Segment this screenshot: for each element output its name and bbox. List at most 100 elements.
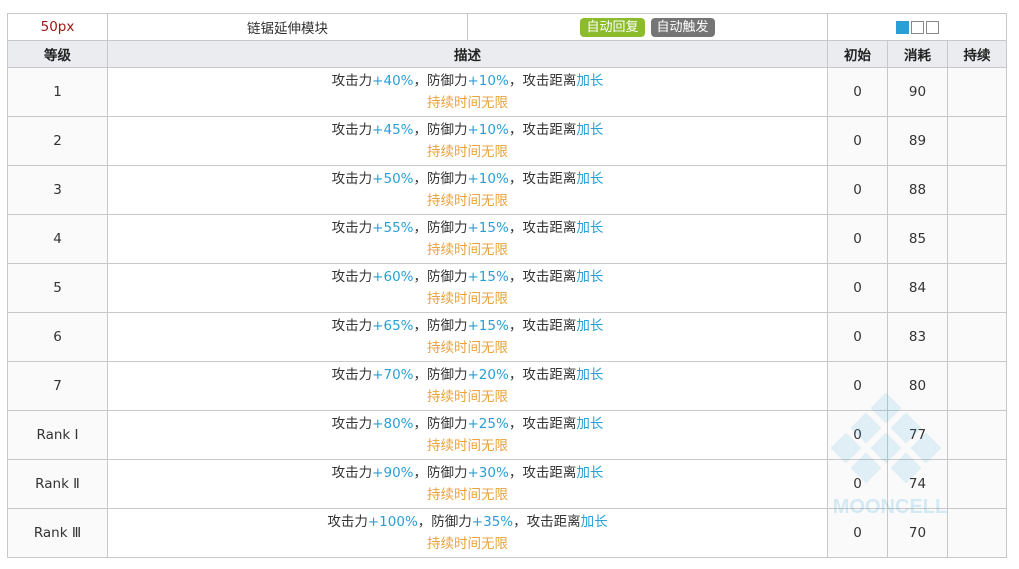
row-description: 攻击力+50%，防御力+10%，攻击距离加长持续时间无限 bbox=[107, 165, 828, 215]
row-cost: 84 bbox=[887, 263, 948, 313]
range-value: 加长 bbox=[576, 269, 604, 285]
atk-label: 攻击力 bbox=[331, 318, 373, 334]
range-label: ，攻击距离 bbox=[508, 220, 577, 236]
table-row: 2 攻击力+45%，防御力+10%，攻击距离加长 持续时间无限 0 89 bbox=[7, 116, 1008, 166]
range-label: ，攻击距离 bbox=[508, 367, 577, 383]
duration-line: 持续时间无限 bbox=[427, 95, 508, 111]
def-value: +10% bbox=[467, 73, 509, 89]
range-value: 加长 bbox=[576, 367, 604, 383]
range-value: 加长 bbox=[576, 318, 604, 334]
row-level: 2 bbox=[7, 116, 108, 166]
row-level: 3 bbox=[7, 165, 108, 215]
skill-name: 链锯延伸模块 bbox=[107, 13, 468, 41]
row-level: Rank Ⅰ bbox=[7, 410, 108, 460]
row-cost: 90 bbox=[887, 67, 948, 117]
def-label: ，防御力 bbox=[413, 171, 468, 187]
atk-value: +45% bbox=[372, 122, 414, 138]
duration-line: 持续时间无限 bbox=[427, 144, 508, 160]
row-duration bbox=[946, 165, 1008, 215]
atk-label: 攻击力 bbox=[331, 122, 373, 138]
def-label: ，防御力 bbox=[413, 122, 468, 138]
atk-value: +100% bbox=[367, 514, 418, 530]
atk-label: 攻击力 bbox=[331, 269, 373, 285]
duration-line: 持续时间无限 bbox=[427, 487, 508, 503]
row-duration bbox=[946, 67, 1008, 117]
table-row: 1 攻击力+40%，防御力+10%，攻击距离加长 持续时间无限 0 90 bbox=[7, 67, 1008, 117]
row-description: 攻击力+65%，防御力+15%，攻击距离加长 持续时间无限 bbox=[107, 312, 828, 362]
level-square-3[interactable] bbox=[925, 20, 939, 34]
range-label: ，攻击距离 bbox=[508, 465, 577, 481]
duration-line: 持续时间无限 bbox=[427, 193, 508, 209]
skill-table: 50px 链锯延伸模块 自动回复 自动触发 等级 描述 初始 消耗 持续 1 攻击力… bbox=[7, 13, 1008, 558]
row-duration bbox=[946, 508, 1008, 558]
row-duration bbox=[946, 459, 1008, 509]
row-level: Rank Ⅱ bbox=[7, 459, 108, 509]
range-value: 加长 bbox=[576, 220, 604, 236]
table-row: 5 攻击力+60%，防御力+15%，攻击距离加长 持续时间无限 0 84 bbox=[7, 263, 1008, 313]
row-cost: 89 bbox=[887, 116, 948, 166]
atk-value: +60% bbox=[372, 269, 414, 285]
def-value: +15% bbox=[467, 318, 509, 334]
row-description: 攻击力+45%，防御力+10%，攻击距离加长 持续时间无限 bbox=[107, 116, 828, 166]
def-value: +15% bbox=[467, 269, 509, 285]
row-description: 攻击力+100%，防御力+35%，攻击距离加长 持续时间无限 bbox=[107, 508, 828, 558]
atk-value: +50% bbox=[372, 171, 414, 187]
def-value: +10% bbox=[467, 171, 509, 187]
effect-line: 攻击力+70%，防御力+20%，攻击距离加长 bbox=[109, 364, 827, 386]
duration-line: 持续时间无限 bbox=[427, 291, 508, 307]
col-cost: 消耗 bbox=[887, 40, 948, 68]
row-level: 6 bbox=[7, 312, 108, 362]
row-duration bbox=[946, 116, 1008, 166]
range-value: 加长 bbox=[576, 465, 604, 481]
level-squares bbox=[826, 13, 1008, 41]
effect-line: 攻击力+65%，防御力+15%，攻击距离加长 bbox=[109, 315, 827, 337]
table-row: Rank Ⅱ 攻击力+90%，防御力+30%，攻击距离加长 持续时间无限 0 74 bbox=[7, 459, 1008, 509]
table-row: Rank Ⅰ 攻击力+80%，防御力+25%，攻击距离加长 持续时间无限 0 77 bbox=[7, 410, 1008, 460]
row-initial: 0 bbox=[827, 214, 888, 264]
row-description: 攻击力+55%，防御力+15%，攻击距离加长 持续时间无限 bbox=[107, 214, 828, 264]
row-cost: 70 bbox=[887, 508, 948, 558]
def-value: +25% bbox=[467, 416, 509, 432]
row-cost: 83 bbox=[887, 312, 948, 362]
range-label: ，攻击距离 bbox=[508, 171, 577, 187]
col-duration: 持续 bbox=[946, 40, 1008, 68]
row-initial: 0 bbox=[827, 508, 888, 558]
skill-tags: 自动回复 自动触发 bbox=[467, 13, 828, 41]
col-description: 描述 bbox=[107, 40, 828, 68]
row-initial: 0 bbox=[827, 410, 888, 460]
atk-value: +90% bbox=[372, 465, 414, 481]
col-initial: 初始 bbox=[827, 40, 888, 68]
row-level: Rank Ⅲ bbox=[7, 508, 108, 558]
level-square-1[interactable] bbox=[895, 20, 909, 34]
effect-line: 攻击力+50%，防御力+10%，攻击距离加长 bbox=[109, 168, 827, 190]
row-description: 攻击力+40%，防御力+10%，攻击距离加长 持续时间无限 bbox=[107, 67, 828, 117]
row-description: 攻击力+90%，防御力+30%，攻击距离加长 持续时间无限 bbox=[107, 459, 828, 509]
def-label: ，防御力 bbox=[413, 367, 468, 383]
skill-table-container: 50px 链锯延伸模块 自动回复 自动触发 等级 描述 初始 消耗 持续 1 攻击力… bbox=[7, 13, 1008, 558]
def-label: ，防御力 bbox=[413, 465, 468, 481]
row-initial: 0 bbox=[827, 459, 888, 509]
def-value: +35% bbox=[471, 514, 514, 530]
range-value: 加长 bbox=[576, 416, 604, 432]
duration-line: 持续时间无限 bbox=[427, 389, 508, 405]
duration-line: 持续时间无限 bbox=[427, 438, 508, 454]
skill-header-row: 50px 链锯延伸模块 自动回复 自动触发 bbox=[7, 13, 1008, 41]
table-row: 4 攻击力+55%，防御力+15%，攻击距离加长 持续时间无限 0 85 bbox=[7, 214, 1008, 264]
effect-line: 攻击力+55%，防御力+15%，攻击距离加长 bbox=[109, 217, 827, 239]
row-level: 7 bbox=[7, 361, 108, 411]
range-value: 加长 bbox=[576, 171, 604, 187]
atk-label: 攻击力 bbox=[331, 465, 373, 481]
level-square-2[interactable] bbox=[910, 20, 924, 34]
atk-label: 攻击力 bbox=[331, 367, 373, 383]
atk-value: +65% bbox=[372, 318, 414, 334]
def-label: ，防御力 bbox=[413, 416, 468, 432]
def-value: +20% bbox=[467, 367, 509, 383]
row-cost: 74 bbox=[887, 459, 948, 509]
def-label: ，防御力 bbox=[413, 269, 468, 285]
range-label: ，攻击距离 bbox=[513, 514, 581, 530]
range-label: ，攻击距离 bbox=[508, 73, 577, 89]
range-value: 加长 bbox=[576, 122, 604, 138]
range-label: ，攻击距离 bbox=[508, 318, 577, 334]
row-level: 5 bbox=[7, 263, 108, 313]
skill-range: 50px bbox=[7, 13, 108, 41]
